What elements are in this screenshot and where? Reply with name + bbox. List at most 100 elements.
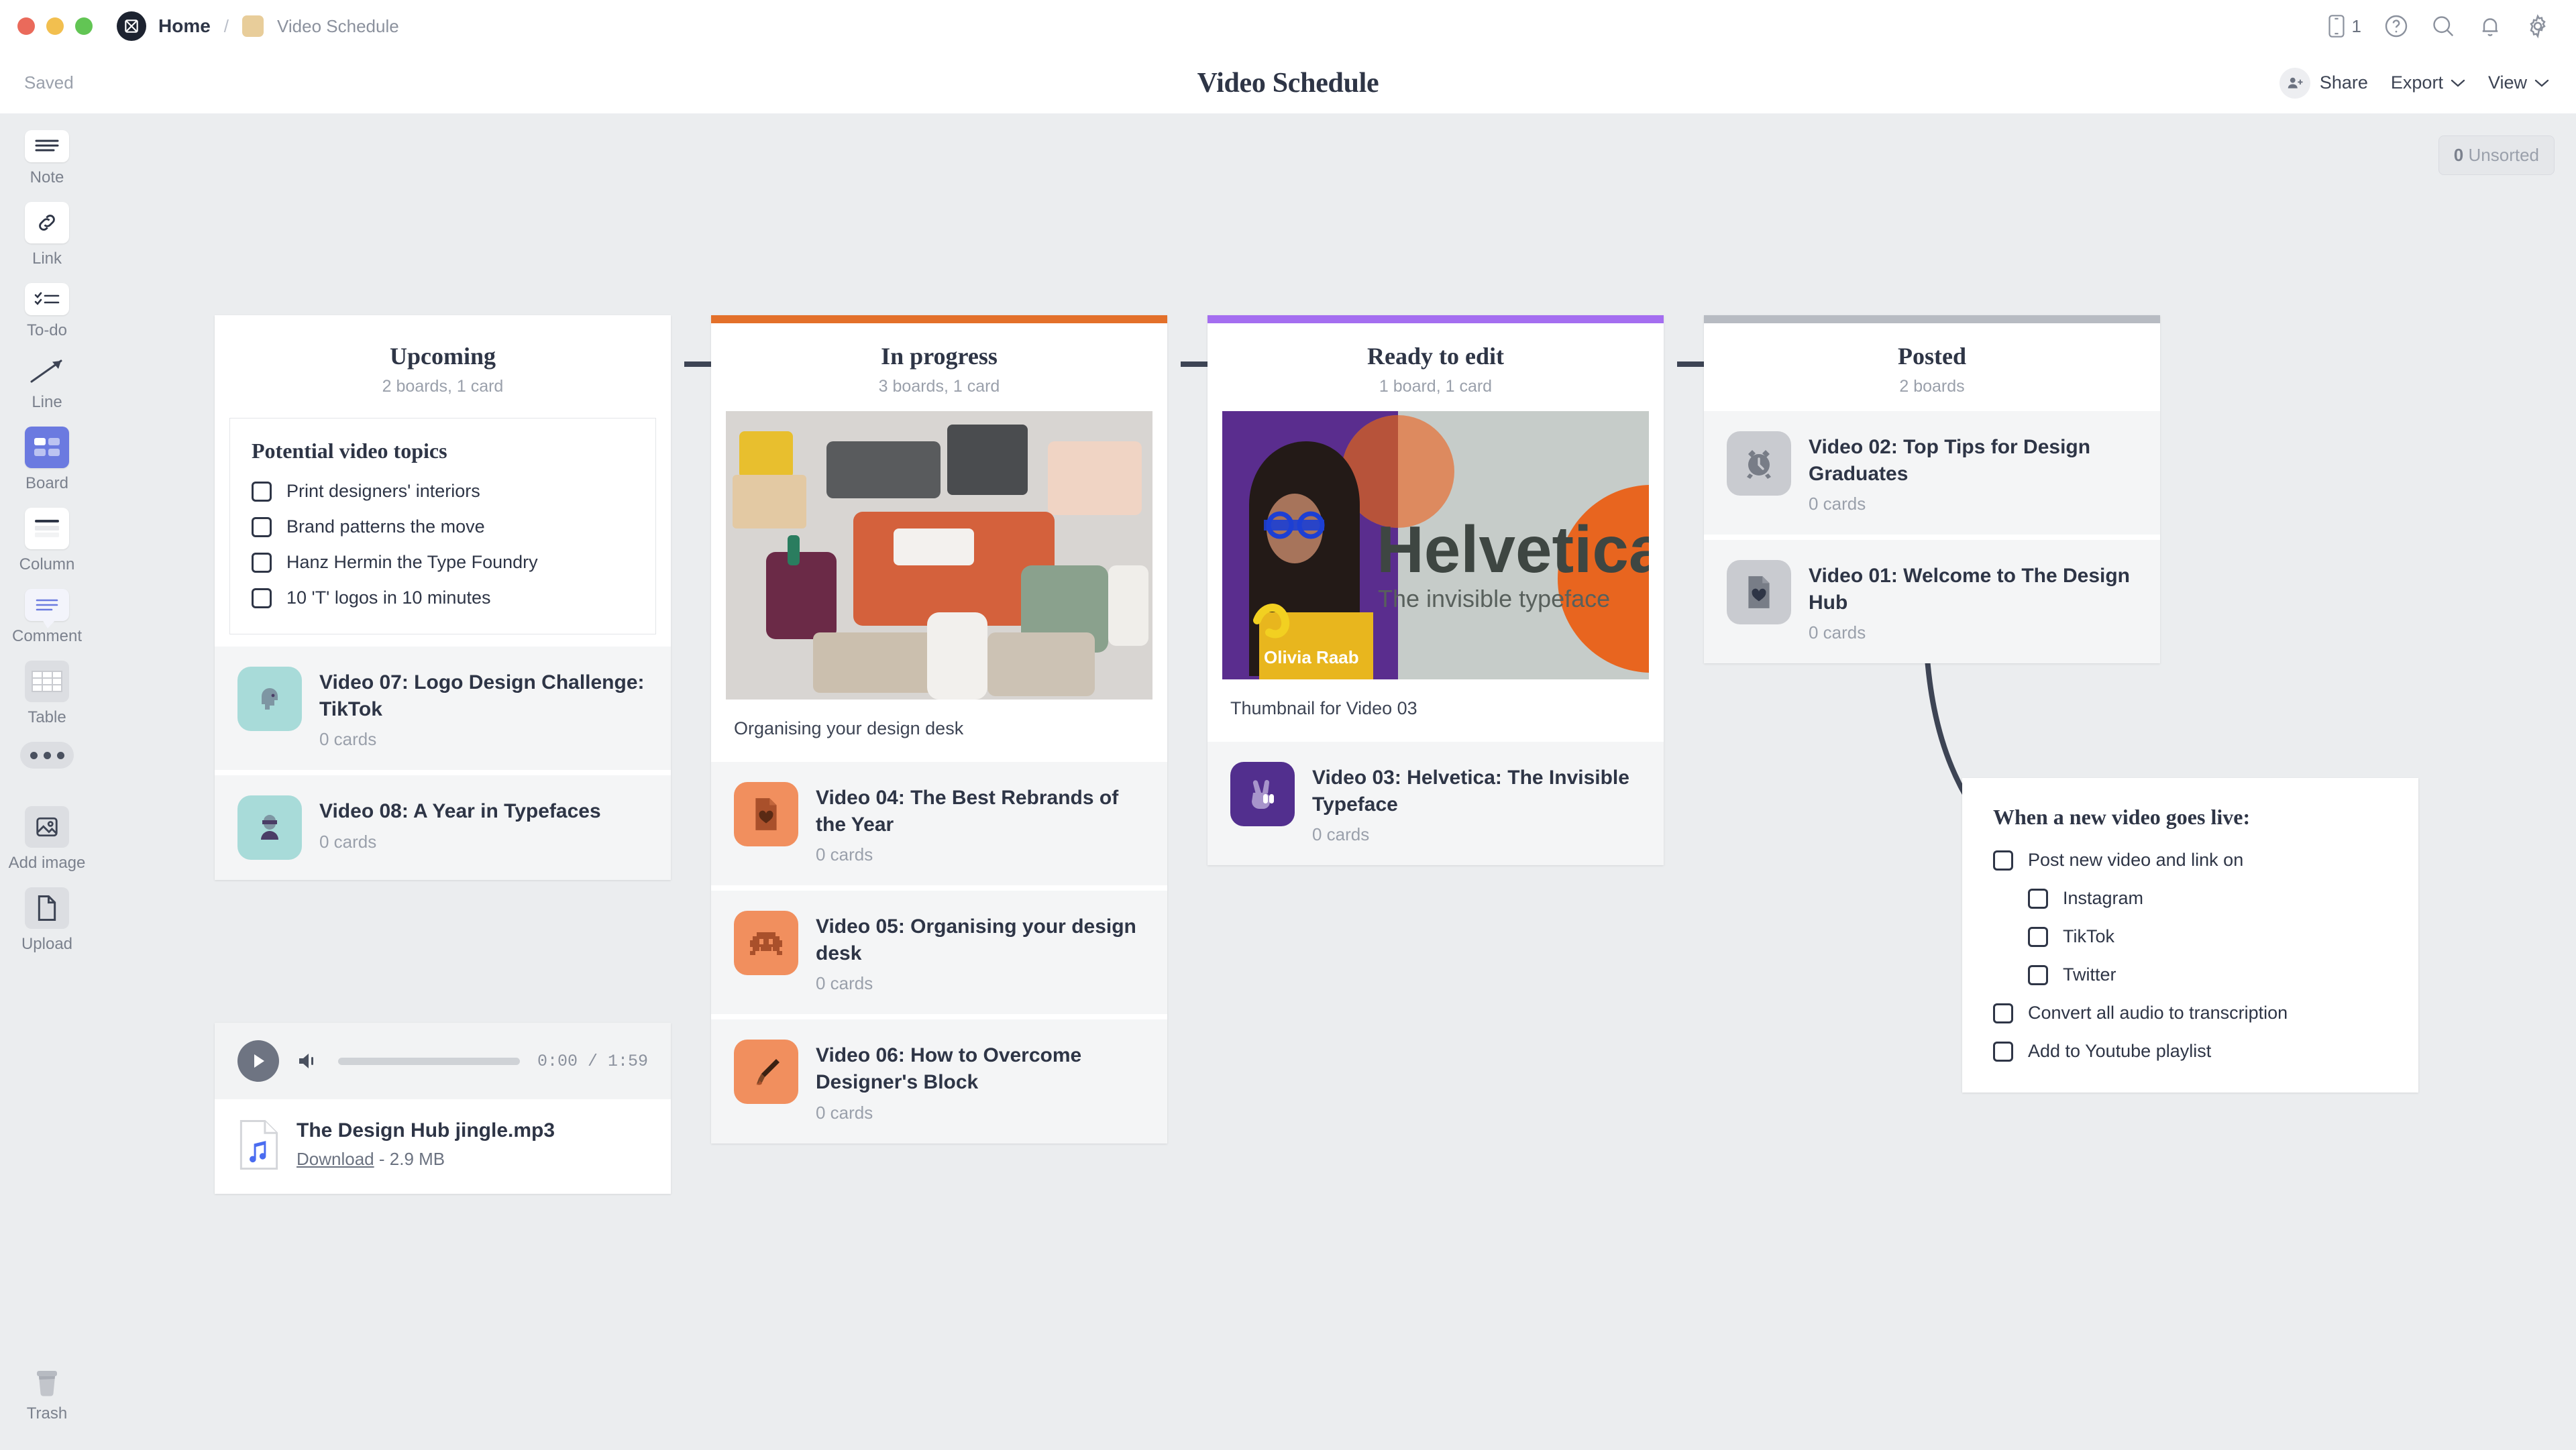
gear-icon[interactable]	[2525, 13, 2551, 39]
board-canvas[interactable]: 0 Unsorted Upcoming 2 boards, 1 card Pot…	[94, 114, 2576, 1450]
brush-icon	[734, 1040, 798, 1105]
board-card[interactable]: Video 02: Top Tips for Design Graduates …	[1704, 411, 2160, 535]
board-card[interactable]: Video 01: Welcome to The Design Hub 0 ca…	[1704, 540, 2160, 664]
share-button[interactable]: Share	[2279, 67, 2368, 99]
checklist-item-twitter[interactable]: Twitter	[2028, 964, 2387, 985]
checkbox[interactable]	[1993, 1003, 2013, 1023]
mobile-preview-button[interactable]: 1	[2326, 15, 2361, 38]
sidebar-label: Link	[32, 249, 62, 268]
checkbox[interactable]	[1993, 1041, 2013, 1062]
board-card[interactable]: Video 08: A Year in Typefaces 0 cards	[215, 775, 671, 881]
card-title: Video 04: The Best Rebrands of the Year	[816, 787, 1119, 836]
checklist-item-post-new-video[interactable]: Post new video and link on	[1993, 850, 2387, 871]
download-link[interactable]: Download	[297, 1149, 374, 1169]
sidebar-item-line[interactable]: Line	[0, 355, 94, 412]
sidebar-item-board[interactable]: Board	[0, 427, 94, 493]
checklist-item[interactable]: Print designers' interiors	[252, 481, 634, 502]
card-title: Video 01: Welcome to The Design Hub	[1809, 565, 2131, 614]
app-logo-icon[interactable]	[117, 11, 146, 41]
checklist-label: Convert all audio to transcription	[2028, 1003, 2288, 1023]
help-icon[interactable]	[2384, 14, 2408, 38]
breadcrumb-current[interactable]: Video Schedule	[277, 16, 399, 37]
checklist-item-youtube-playlist[interactable]: Add to Youtube playlist	[1993, 1041, 2387, 1062]
checkbox[interactable]	[1993, 850, 2013, 871]
image-icon	[25, 806, 69, 848]
sidebar-label: Upload	[21, 935, 73, 953]
checkbox[interactable]	[252, 516, 272, 537]
window-controls[interactable]	[17, 17, 93, 35]
mobile-count: 1	[2351, 15, 2361, 36]
sidebar-item-upload[interactable]: Upload	[0, 887, 94, 954]
card-subtitle: 0 cards	[1312, 824, 1370, 845]
column-posted[interactable]: Posted 2 boards Video 02: Top Tips for D…	[1704, 315, 2160, 664]
checklist-item-instagram[interactable]: Instagram	[2028, 888, 2387, 909]
search-icon[interactable]	[2431, 14, 2455, 38]
minimize-window-button[interactable]	[46, 17, 64, 35]
column-upcoming[interactable]: Upcoming 2 boards, 1 card Potential vide…	[215, 315, 671, 881]
sidebar-item-add-image[interactable]: Add image	[0, 806, 94, 873]
column-in-progress[interactable]: In progress 3 boards, 1 card Organising …	[711, 315, 1167, 1144]
checklist-item-transcription[interactable]: Convert all audio to transcription	[1993, 1003, 2387, 1023]
maximize-window-button[interactable]	[75, 17, 93, 35]
sidebar-item-trash[interactable]: Trash	[0, 1366, 94, 1423]
sidebar-label: Line	[32, 393, 62, 411]
checklist-item[interactable]: Brand patterns the move	[252, 516, 634, 537]
sidebar-item-comment[interactable]: Comment	[0, 589, 94, 646]
peace-hand-icon	[1230, 762, 1295, 826]
column-subtitle: 1 board, 1 card	[1379, 377, 1493, 396]
board-card[interactable]: Video 03: Helvetica: The Invisible Typef…	[1208, 742, 1664, 866]
person-icon	[237, 795, 302, 860]
note-heading: When a new video goes live:	[1993, 805, 2251, 829]
chevron-down-icon	[2534, 78, 2549, 88]
checkbox[interactable]	[252, 588, 272, 608]
view-button[interactable]: View	[2488, 72, 2549, 93]
volume-icon[interactable]	[297, 1050, 321, 1072]
sidebar-item-link[interactable]: Link	[0, 202, 94, 268]
sidebar-label: Board	[25, 474, 69, 492]
column-ready-to-edit[interactable]: Ready to edit 1 board, 1 card Olivia Raa…	[1208, 315, 1664, 866]
checklist-item[interactable]: 10 'T' logos in 10 minutes	[252, 588, 634, 608]
alarm-clock-icon	[1727, 431, 1791, 496]
header-actions: Share Export View	[2279, 67, 2549, 99]
close-window-button[interactable]	[17, 17, 35, 35]
checklist-item[interactable]: Hanz Hermin the Type Foundry	[252, 552, 634, 573]
page-title: Video Schedule	[1197, 67, 1379, 99]
board-card[interactable]: Video 07: Logo Design Challenge: TikTok …	[215, 647, 671, 771]
checkbox[interactable]	[2028, 926, 2048, 947]
checklist-label: Add to Youtube playlist	[2028, 1041, 2212, 1061]
note-potential-video-topics[interactable]: Potential video topics Print designers' …	[229, 418, 656, 634]
note-live-checklist[interactable]: When a new video goes live: Post new vid…	[1962, 778, 2418, 1093]
sidebar-item-column[interactable]: Column	[0, 508, 94, 574]
audio-time: 0:00 / 1:59	[537, 1051, 648, 1071]
column-title: Posted	[1898, 343, 1966, 370]
checklist-label: TikTok	[2063, 926, 2115, 946]
audio-attachment-card[interactable]: 0:00 / 1:59 The Design Hub jingle.mp3 Do…	[215, 1023, 671, 1194]
export-button[interactable]: Export	[2391, 72, 2465, 93]
tool-sidebar: Note Link To-do Line Board Column Commen…	[0, 114, 94, 1450]
image-card-helvetica[interactable]: Olivia Raab Helvetica The invisible type…	[1208, 411, 1664, 742]
checkbox[interactable]	[2028, 964, 2048, 985]
board-card[interactable]: Video 05: Organising your design desk 0 …	[711, 891, 1167, 1015]
breadcrumb-home[interactable]: Home	[158, 15, 211, 37]
play-button[interactable]	[237, 1040, 279, 1082]
checklist-label: Instagram	[2063, 888, 2144, 908]
audio-player[interactable]: 0:00 / 1:59	[215, 1023, 671, 1099]
sidebar-item-table[interactable]: Table	[0, 661, 94, 727]
checkbox[interactable]	[2028, 888, 2048, 909]
chevron-down-icon	[2451, 78, 2465, 88]
card-subtitle: 0 cards	[319, 831, 377, 852]
board-card[interactable]: Video 04: The Best Rebrands of the Year …	[711, 762, 1167, 886]
image-thumbnail: Olivia Raab Helvetica The invisible type…	[1222, 411, 1649, 679]
checklist-item-tiktok[interactable]: TikTok	[2028, 926, 2387, 947]
image-card-design-desk[interactable]: Organising your design desk	[711, 411, 1167, 762]
sidebar-label: Add image	[8, 854, 86, 872]
sidebar-more-button[interactable]	[0, 742, 94, 769]
unsorted-badge[interactable]: 0 Unsorted	[2438, 135, 2555, 175]
audio-progress-slider[interactable]	[338, 1057, 520, 1065]
checkbox[interactable]	[252, 552, 272, 573]
sidebar-item-todo[interactable]: To-do	[0, 283, 94, 340]
checkbox[interactable]	[252, 481, 272, 502]
sidebar-item-note[interactable]: Note	[0, 130, 94, 187]
bell-icon[interactable]	[2478, 14, 2502, 38]
board-card[interactable]: Video 06: How to Overcome Designer's Blo…	[711, 1019, 1167, 1144]
